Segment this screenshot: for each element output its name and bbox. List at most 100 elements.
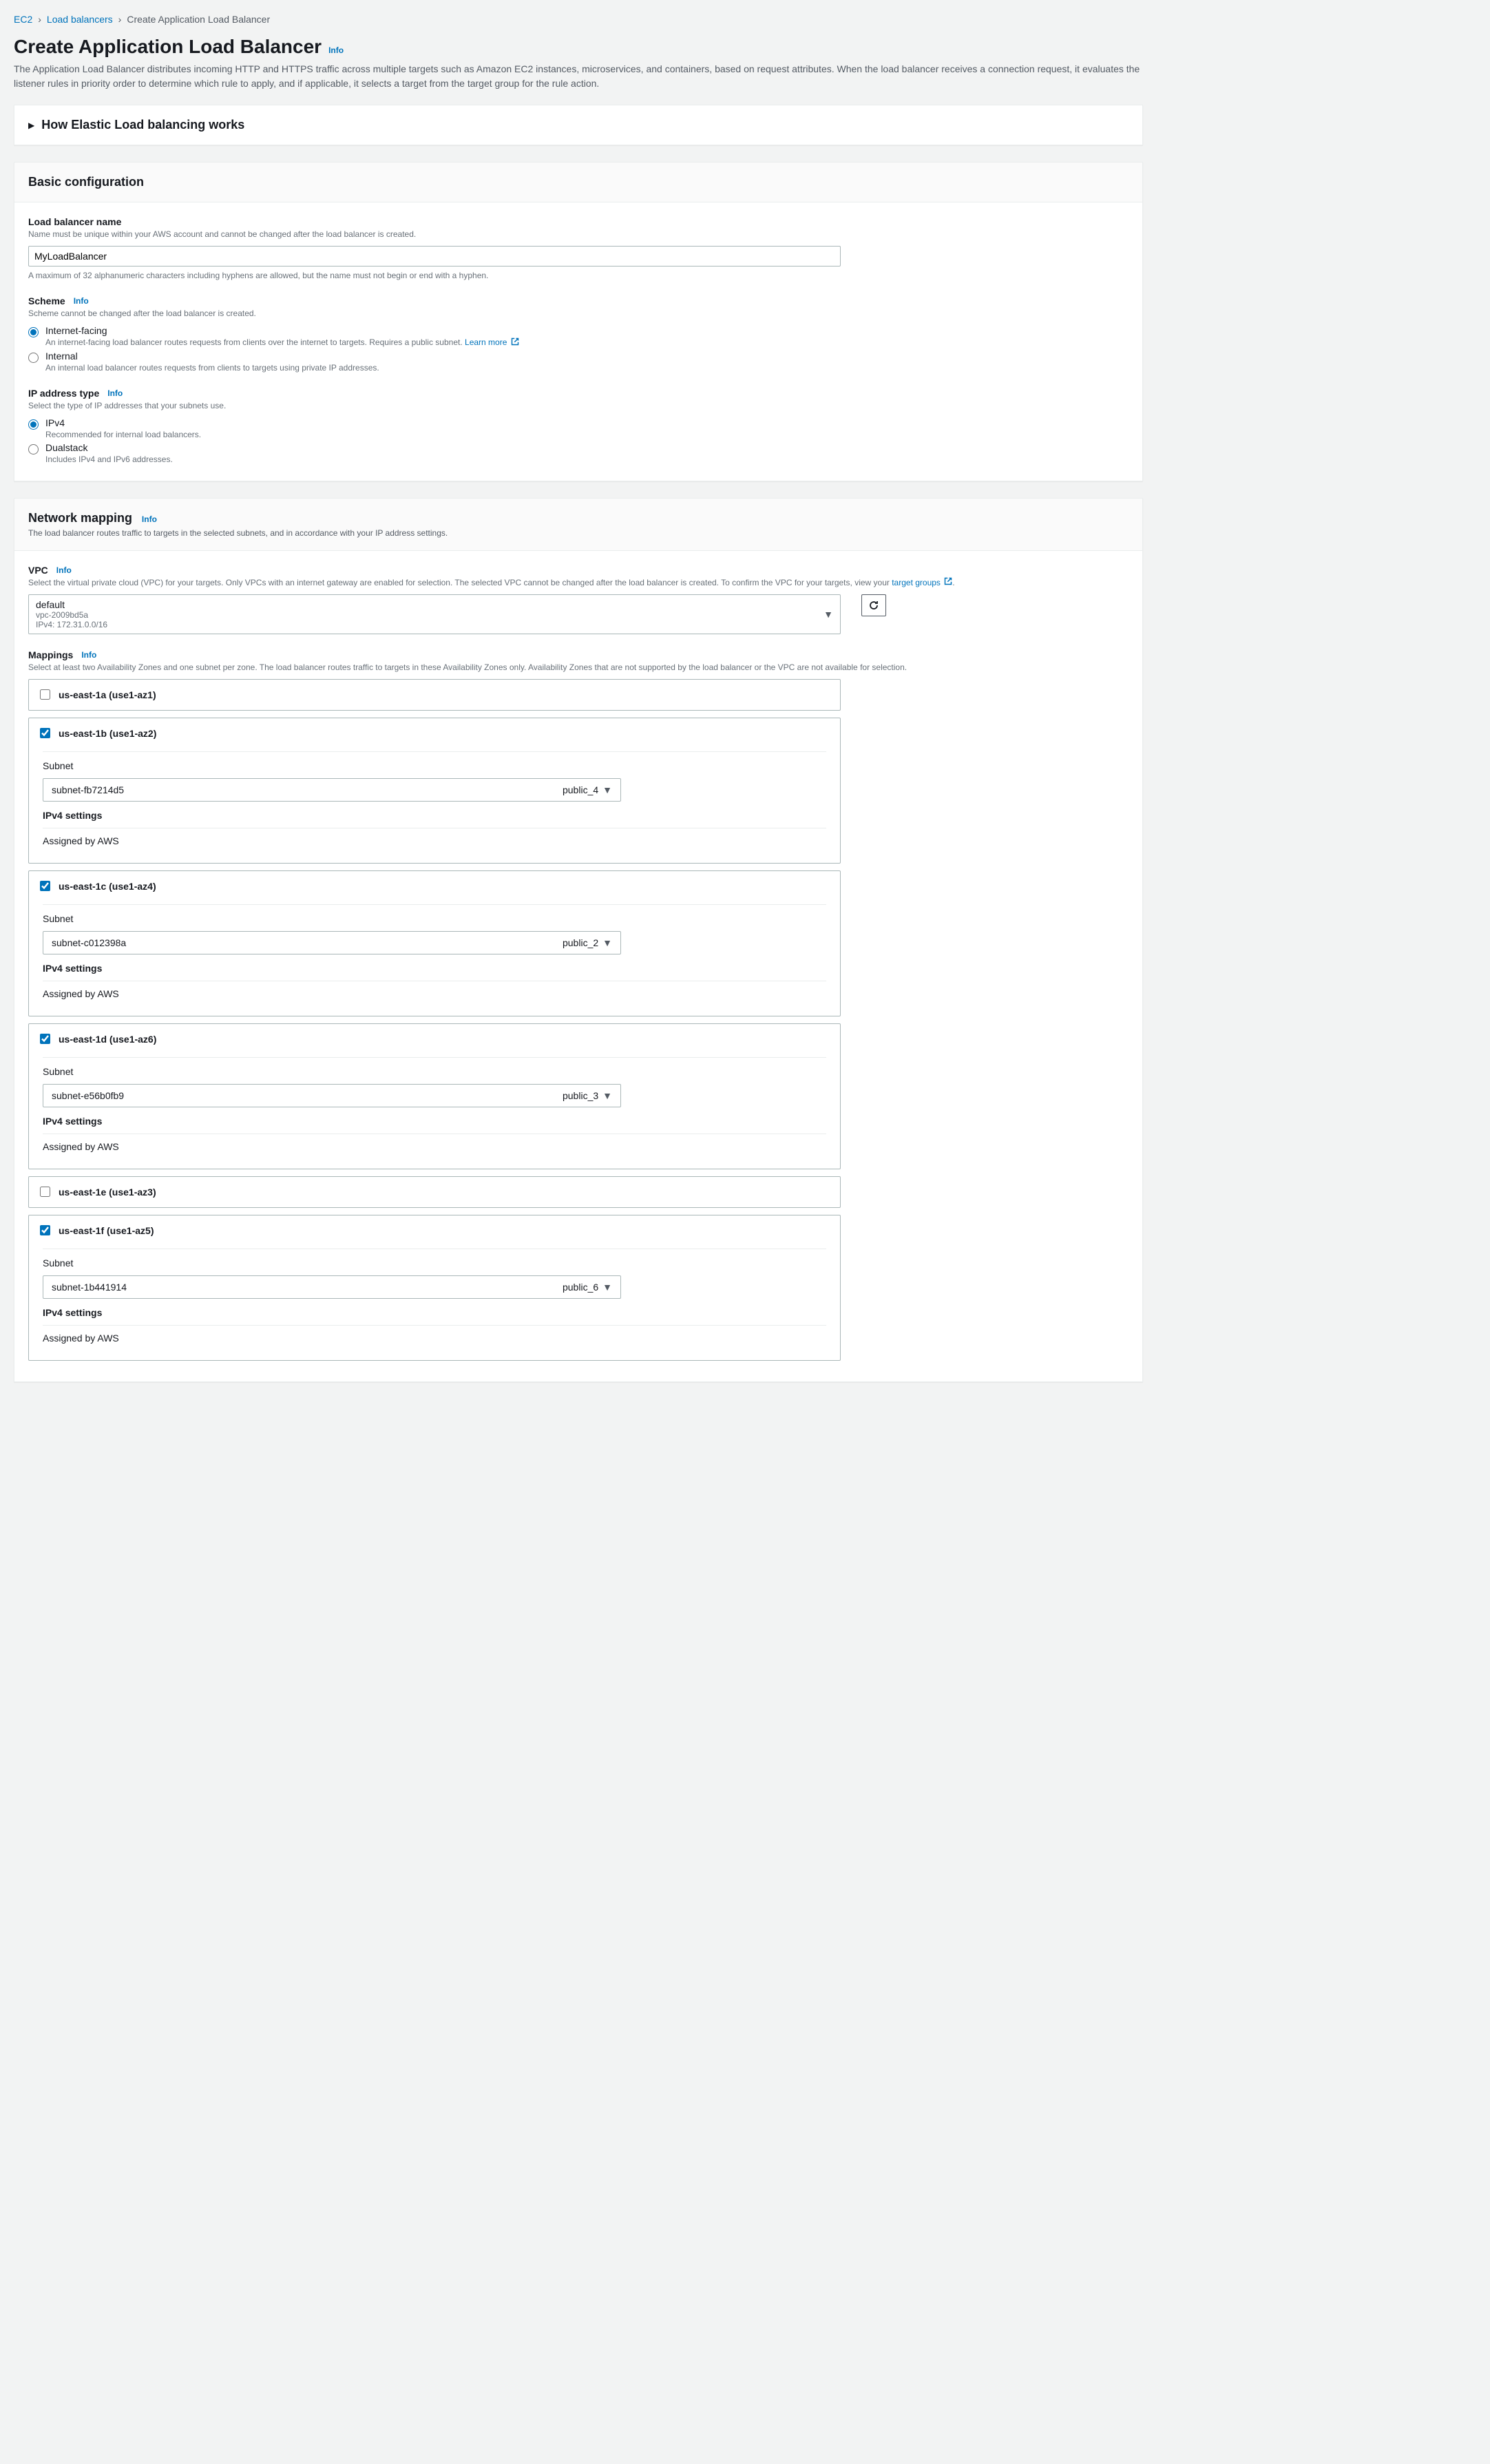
az-box: us-east-1f (use1-az5)Subnetsubnet-1b4419…	[28, 1215, 841, 1361]
caret-down-icon: ▼	[602, 1282, 612, 1293]
ipv4-settings-label: IPv4 settings	[43, 954, 826, 981]
ip-dualstack-label: Dualstack	[45, 442, 173, 453]
caret-down-icon: ▼	[823, 609, 833, 620]
subnet-label: Subnet	[43, 1249, 826, 1275]
chevron-right-icon: ›	[38, 14, 41, 25]
chevron-right-icon: ›	[118, 14, 122, 25]
subnet-label: Subnet	[43, 1058, 826, 1084]
subnet-tag: public_4	[563, 784, 598, 795]
az-header: us-east-1d (use1-az6)	[29, 1024, 840, 1054]
scheme-internal-radio[interactable]	[28, 353, 39, 363]
ipv4-assigned-text: Assigned by AWS	[43, 828, 826, 849]
subnet-select[interactable]: subnet-fb7214d5public_4▼	[43, 778, 621, 802]
lb-name-input[interactable]	[28, 246, 841, 267]
ipv4-settings-label: IPv4 settings	[43, 1299, 826, 1325]
network-mapping-desc: The load balancer routes traffic to targ…	[28, 528, 1129, 538]
refresh-button[interactable]	[861, 594, 886, 616]
scheme-learn-more-link[interactable]: Learn more	[465, 337, 519, 347]
mappings-info-link[interactable]: Info	[81, 650, 96, 660]
vpc-desc: Select the virtual private cloud (VPC) f…	[28, 577, 1129, 589]
subnet-select[interactable]: subnet-e56b0fb9 public_3 ▼	[43, 1084, 621, 1107]
az-header: us-east-1b (use1-az2)	[29, 718, 840, 749]
az-name: us-east-1a (use1-az1)	[59, 689, 156, 700]
vpc-label: VPC	[28, 565, 48, 576]
how-elb-works-panel[interactable]: ▶ How Elastic Load balancing works	[14, 105, 1143, 145]
az-checkbox[interactable]	[40, 689, 50, 700]
vpc-select[interactable]: default vpc-2009bd5a IPv4: 172.31.0.0/16…	[28, 594, 841, 634]
page-info-link[interactable]: Info	[328, 45, 344, 55]
network-info-link[interactable]: Info	[142, 514, 157, 524]
az-name: us-east-1f (use1-az5)	[59, 1225, 154, 1236]
subnet-select[interactable]: subnet-c012398a public_2 ▼	[43, 931, 621, 954]
ip-ipv4-radio[interactable]	[28, 419, 39, 430]
ip-type-info-link[interactable]: Info	[107, 388, 123, 398]
az-checkbox[interactable]	[40, 1225, 50, 1235]
az-box: us-east-1d (use1-az6)Subnetsubnet-e56b0f…	[28, 1023, 841, 1169]
subnet-tag: public_3	[563, 1090, 598, 1101]
how-elb-works-title: How Elastic Load balancing works	[41, 118, 244, 132]
lb-name-constraint: A maximum of 32 alphanumeric characters …	[28, 271, 1129, 280]
target-groups-link[interactable]: target groups	[892, 578, 952, 587]
scheme-internal-desc: An internal load balancer routes request…	[45, 363, 379, 373]
az-box: us-east-1c (use1-az4)Subnetsubnet-c01239…	[28, 870, 841, 1016]
page-title: Create Application Load Balancer	[14, 36, 322, 58]
vpc-selected-name: default	[36, 599, 107, 610]
ipv4-settings-label: IPv4 settings	[43, 1107, 826, 1134]
az-box: us-east-1e (use1-az3)	[28, 1176, 841, 1208]
az-checkbox[interactable]	[40, 1034, 50, 1044]
mappings-desc: Select at least two Availability Zones a…	[28, 662, 1129, 674]
breadcrumb-load-balancers[interactable]: Load balancers	[47, 14, 113, 25]
caret-down-icon: ▼	[602, 1090, 612, 1101]
az-checkbox[interactable]	[40, 1187, 50, 1197]
subnet-id: subnet-fb7214d5	[52, 784, 124, 795]
scheme-desc: Scheme cannot be changed after the load …	[28, 308, 1129, 320]
az-body: Subnetsubnet-1b441914public_6▼IPv4 setti…	[29, 1246, 840, 1360]
subnet-label: Subnet	[43, 752, 826, 778]
az-header: us-east-1f (use1-az5)	[29, 1215, 840, 1246]
network-mapping-title: Network mapping	[28, 511, 132, 525]
ipv4-assigned-text: Assigned by AWS	[43, 981, 826, 1002]
ip-dualstack-desc: Includes IPv4 and IPv6 addresses.	[45, 455, 173, 464]
scheme-internet-facing-desc: An internet-facing load balancer routes …	[45, 337, 519, 348]
lb-name-desc: Name must be unique within your AWS acco…	[28, 229, 1129, 240]
vpc-selected-id: vpc-2009bd5a	[36, 610, 107, 620]
lb-name-label: Load balancer name	[28, 216, 1129, 227]
scheme-label: Scheme	[28, 295, 65, 306]
subnet-tag: public_2	[563, 937, 598, 948]
az-name: us-east-1d (use1-az6)	[59, 1034, 156, 1045]
subnet-label: Subnet	[43, 905, 826, 931]
scheme-internal-label: Internal	[45, 351, 379, 362]
subnet-id: subnet-c012398a	[52, 937, 126, 948]
subnet-id: subnet-1b441914	[52, 1282, 127, 1293]
ip-type-label: IP address type	[28, 388, 99, 399]
network-mapping-panel: Network mapping Info The load balancer r…	[14, 498, 1143, 1382]
caret-down-icon: ▼	[602, 937, 612, 948]
az-body: Subnet subnet-e56b0fb9 public_3 ▼ IPv4 setti…	[29, 1054, 840, 1169]
az-checkbox[interactable]	[40, 881, 50, 891]
az-box: us-east-1b (use1-az2) Subnet subnet-fb7214…	[28, 718, 841, 864]
external-link-icon	[944, 577, 952, 589]
az-name: us-east-1c (use1-az4)	[59, 881, 156, 892]
scheme-info-link[interactable]: Info	[74, 296, 89, 306]
mappings-label: Mappings	[28, 649, 73, 660]
ip-type-desc: Select the type of IP addresses that you…	[28, 400, 1129, 412]
az-name: us-east-1e (use1-az3)	[59, 1187, 156, 1198]
scheme-internet-facing-radio[interactable]	[28, 327, 39, 337]
az-body: Subnetsubnet-fb7214d5public_4▼IPv4 setti…	[29, 749, 840, 863]
az-header: us-east-1c (use1-az4)	[29, 871, 840, 901]
az-box: us-east-1a (use1-az1)	[28, 679, 841, 711]
az-body: Subnet subnet-c012398a public_2 ▼ IPv4 setti…	[29, 901, 840, 1016]
vpc-info-link[interactable]: Info	[56, 565, 72, 575]
az-header: us-east-1e (use1-az3)	[29, 1177, 840, 1207]
az-header: us-east-1a (use1-az1)	[29, 680, 840, 710]
az-checkbox[interactable]	[40, 728, 50, 738]
external-link-icon	[511, 337, 519, 348]
breadcrumb: EC2 › Load balancers › Create Applicatio…	[14, 14, 1476, 25]
ip-dualstack-radio[interactable]	[28, 444, 39, 455]
subnet-select[interactable]: subnet-1b441914public_6▼	[43, 1275, 621, 1299]
basic-config-title: Basic configuration	[28, 175, 144, 189]
ipv4-settings-label: IPv4 settings	[43, 802, 826, 828]
breadcrumb-ec2[interactable]: EC2	[14, 14, 32, 25]
subnet-id: subnet-e56b0fb9	[52, 1090, 124, 1101]
vpc-selected-cidr: IPv4: 172.31.0.0/16	[36, 620, 107, 629]
